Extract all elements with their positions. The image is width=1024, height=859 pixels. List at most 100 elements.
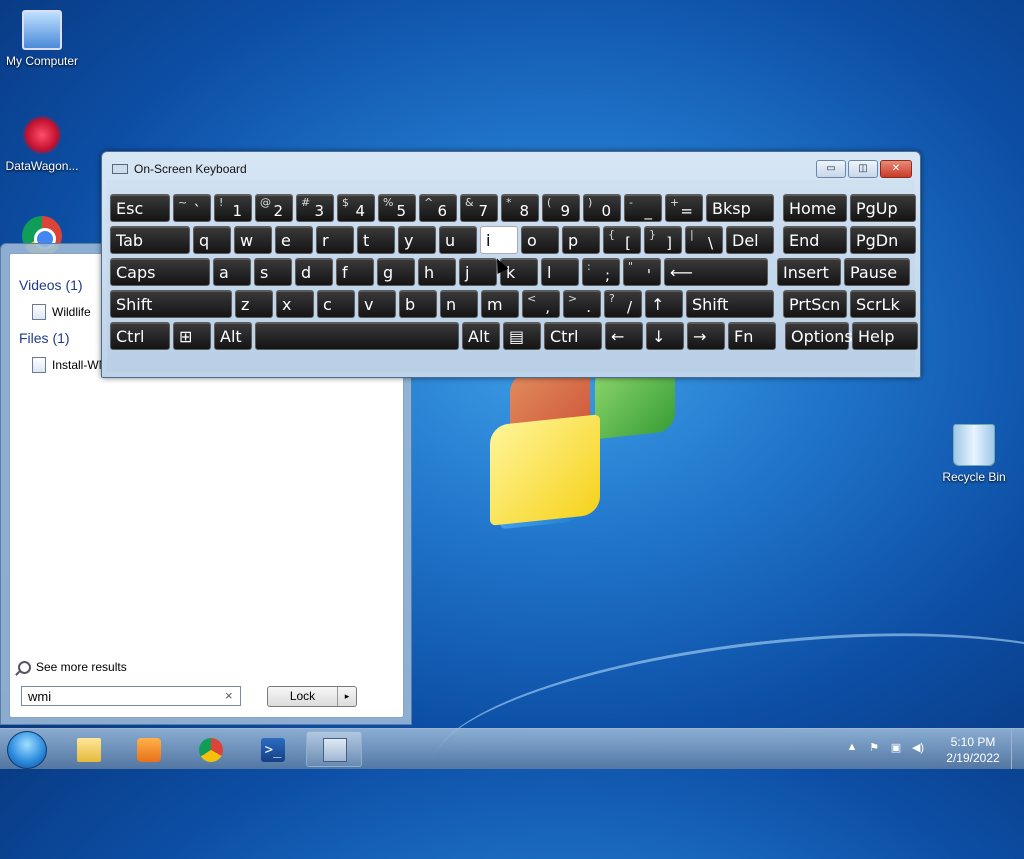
taskbar-on-screen-keyboard[interactable] bbox=[306, 731, 362, 767]
key-insert[interactable]: Insert bbox=[777, 258, 841, 286]
key-x[interactable]: x bbox=[276, 290, 314, 318]
key-pgdn[interactable]: PgDn bbox=[850, 226, 916, 254]
key-home[interactable]: Home bbox=[783, 194, 847, 222]
key-n[interactable]: n bbox=[440, 290, 478, 318]
key-symbol[interactable]: ~ ` bbox=[173, 194, 211, 222]
taskbar-explorer[interactable] bbox=[60, 731, 116, 767]
key-symbol[interactable]: ? / bbox=[604, 290, 642, 318]
show-hidden-icons-icon[interactable]: ▲ bbox=[845, 741, 859, 755]
lock-button[interactable]: Lock ▸ bbox=[267, 686, 357, 707]
key-prtscn[interactable]: PrtScn bbox=[783, 290, 847, 318]
key-fn[interactable]: Fn bbox=[728, 322, 776, 350]
key-9[interactable]: (9 bbox=[542, 194, 580, 222]
key-symbol[interactable]: ↓ bbox=[646, 322, 684, 350]
key-help[interactable]: Help bbox=[852, 322, 918, 350]
action-center-flag-icon[interactable]: ⚑ bbox=[867, 741, 881, 755]
key-symbol[interactable]: ▤ bbox=[503, 322, 541, 350]
key-symbol[interactable]: <, bbox=[522, 290, 560, 318]
key-ctrl[interactable]: Ctrl bbox=[110, 322, 170, 350]
key-2[interactable]: @2 bbox=[255, 194, 293, 222]
key-alt[interactable]: Alt bbox=[462, 322, 500, 350]
key-p[interactable]: p bbox=[562, 226, 600, 254]
clear-search-icon[interactable]: × bbox=[225, 688, 233, 703]
start-search-input[interactable] bbox=[21, 686, 241, 706]
osk-titlebar[interactable]: On-Screen Keyboard bbox=[112, 162, 247, 176]
key-g[interactable]: g bbox=[377, 258, 415, 286]
key-end[interactable]: End bbox=[783, 226, 847, 254]
key-symbol[interactable]: ↑ bbox=[645, 290, 683, 318]
restore-button[interactable]: ◫ bbox=[848, 160, 878, 178]
taskbar-media-player[interactable] bbox=[120, 731, 176, 767]
key-symbol[interactable]: - _ bbox=[624, 194, 662, 222]
taskbar-chrome[interactable] bbox=[182, 731, 238, 767]
key-d[interactable]: d bbox=[295, 258, 333, 286]
minimize-button[interactable]: ▭ bbox=[816, 160, 846, 178]
key-scrlk[interactable]: ScrLk bbox=[850, 290, 916, 318]
key-7[interactable]: & 7 bbox=[460, 194, 498, 222]
category-videos[interactable]: Videos (1) bbox=[19, 277, 83, 293]
key-f[interactable]: f bbox=[336, 258, 374, 286]
key-4[interactable]: $4 bbox=[337, 194, 375, 222]
key-h[interactable]: h bbox=[418, 258, 456, 286]
key-5[interactable]: % 5 bbox=[378, 194, 416, 222]
key-shift[interactable]: Shift bbox=[110, 290, 232, 318]
key-u[interactable]: u bbox=[439, 226, 477, 254]
key-z[interactable]: z bbox=[235, 290, 273, 318]
key-symbol[interactable]: :; bbox=[582, 258, 620, 286]
taskbar-powershell[interactable]: >_ bbox=[244, 731, 300, 767]
key-6[interactable]: ^ 6 bbox=[419, 194, 457, 222]
key-l[interactable]: l bbox=[541, 258, 579, 286]
key-e[interactable]: e bbox=[275, 226, 313, 254]
key-symbol[interactable]: → bbox=[687, 322, 725, 350]
power-options-arrow-icon[interactable]: ▸ bbox=[338, 687, 356, 706]
key-c[interactable]: c bbox=[317, 290, 355, 318]
see-more-results-link[interactable]: See more results bbox=[18, 660, 127, 674]
key-w[interactable]: w bbox=[234, 226, 272, 254]
key-del[interactable]: Del bbox=[726, 226, 774, 254]
key-options[interactable]: Options bbox=[785, 322, 853, 350]
key-t[interactable]: t bbox=[357, 226, 395, 254]
key-symbol[interactable]: " ' bbox=[623, 258, 661, 286]
key-symbol[interactable]: ⟵ bbox=[664, 258, 768, 286]
key-tab[interactable]: Tab bbox=[110, 226, 190, 254]
key-symbol[interactable]: {[ bbox=[603, 226, 641, 254]
key-r[interactable]: r bbox=[316, 226, 354, 254]
key-v[interactable]: v bbox=[358, 290, 396, 318]
key-symbol[interactable]: + = bbox=[665, 194, 703, 222]
key-caps[interactable]: Caps bbox=[110, 258, 210, 286]
category-files[interactable]: Files (1) bbox=[19, 330, 70, 346]
key-s[interactable]: s bbox=[254, 258, 292, 286]
key-pause[interactable]: Pause bbox=[844, 258, 910, 286]
key-esc[interactable]: Esc bbox=[110, 194, 170, 222]
key-0[interactable]: ) 0 bbox=[583, 194, 621, 222]
key-b[interactable]: b bbox=[399, 290, 437, 318]
clock[interactable]: 5:10 PM 2/19/2022 bbox=[938, 734, 1008, 766]
volume-icon[interactable]: ◀) bbox=[911, 741, 925, 755]
key-1[interactable]: ! 1 bbox=[214, 194, 252, 222]
key-symbol[interactable]: ← bbox=[605, 322, 643, 350]
key-q[interactable]: q bbox=[193, 226, 231, 254]
key-m[interactable]: m bbox=[481, 290, 519, 318]
key-symbol[interactable]: ⊞ bbox=[173, 322, 211, 350]
desktop-icon-my-computer[interactable]: My Computer bbox=[0, 10, 84, 68]
key-ctrl[interactable]: Ctrl bbox=[544, 322, 602, 350]
key-o[interactable]: o bbox=[521, 226, 559, 254]
key-shift[interactable]: Shift bbox=[686, 290, 774, 318]
close-button[interactable]: ✕ bbox=[880, 160, 912, 178]
key-8[interactable]: * 8 bbox=[501, 194, 539, 222]
key-i[interactable]: i bbox=[480, 226, 518, 254]
key-3[interactable]: #3 bbox=[296, 194, 334, 222]
key-space[interactable] bbox=[255, 322, 459, 350]
show-desktop-button[interactable] bbox=[1011, 729, 1024, 769]
key-y[interactable]: y bbox=[398, 226, 436, 254]
key-symbol[interactable]: >. bbox=[563, 290, 601, 318]
key-bksp[interactable]: Bksp bbox=[706, 194, 774, 222]
key-pgup[interactable]: PgUp bbox=[850, 194, 916, 222]
network-icon[interactable]: ▣ bbox=[889, 741, 903, 755]
start-button[interactable] bbox=[7, 731, 47, 769]
result-wildlife[interactable]: Wildlife bbox=[32, 304, 91, 320]
key-alt[interactable]: Alt bbox=[214, 322, 252, 350]
key-symbol[interactable]: | \ bbox=[685, 226, 723, 254]
desktop-icon-recycle-bin[interactable]: Recycle Bin bbox=[932, 424, 1016, 484]
key-symbol[interactable]: }] bbox=[644, 226, 682, 254]
